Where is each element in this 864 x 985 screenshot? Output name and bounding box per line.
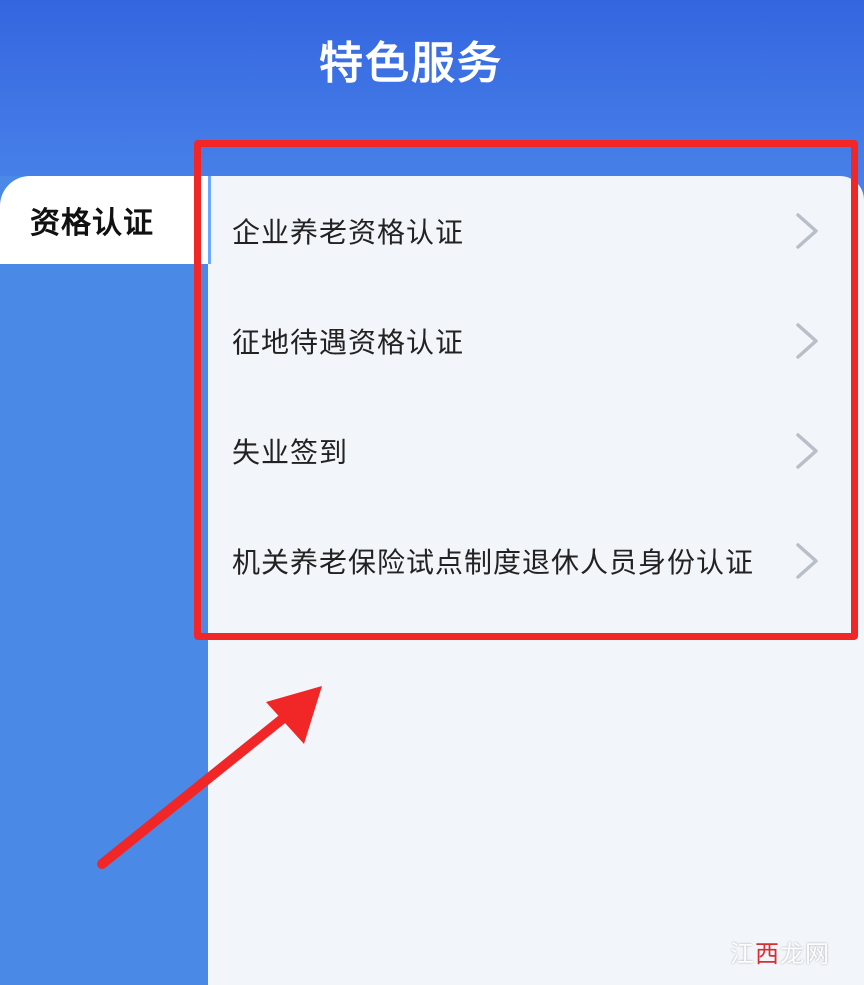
service-list-panel: 企业养老资格认证 征地待遇资格认证 失业签到 机关养老保险试点制度退休人员身份认…: [208, 176, 864, 985]
watermark-char: 江: [730, 940, 755, 968]
sidebar-item-qualification-certification[interactable]: 资格认证: [0, 176, 208, 264]
list-item-label: 机关养老保险试点制度退休人员身份认证: [232, 546, 755, 579]
list-item-enterprise-pension-certification[interactable]: 企业养老资格认证: [208, 176, 848, 286]
list-item-label: 失业签到: [232, 436, 349, 469]
page-title: 特色服务: [319, 38, 503, 89]
chevron-right-icon: [796, 213, 818, 249]
list-item-unemployment-check-in[interactable]: 失业签到: [208, 396, 848, 506]
list-item-label: 征地待遇资格认证: [232, 326, 465, 359]
watermark-char-red: 西: [755, 940, 780, 968]
chevron-right-icon: [796, 543, 818, 579]
list-item-label: 企业养老资格认证: [232, 216, 465, 249]
header-background: [0, 0, 864, 200]
watermark-logo: 江西龙网: [730, 934, 830, 969]
chevron-right-icon: [796, 323, 818, 359]
sidebar: [0, 176, 208, 985]
sidebar-item-label: 资格认证: [30, 206, 154, 241]
list-item-retiree-identity-certification[interactable]: 机关养老保险试点制度退休人员身份认证: [208, 506, 848, 616]
list-item-land-requisition-certification[interactable]: 征地待遇资格认证: [208, 286, 848, 396]
chevron-right-icon: [796, 433, 818, 469]
watermark-text: 龙网: [780, 940, 830, 968]
